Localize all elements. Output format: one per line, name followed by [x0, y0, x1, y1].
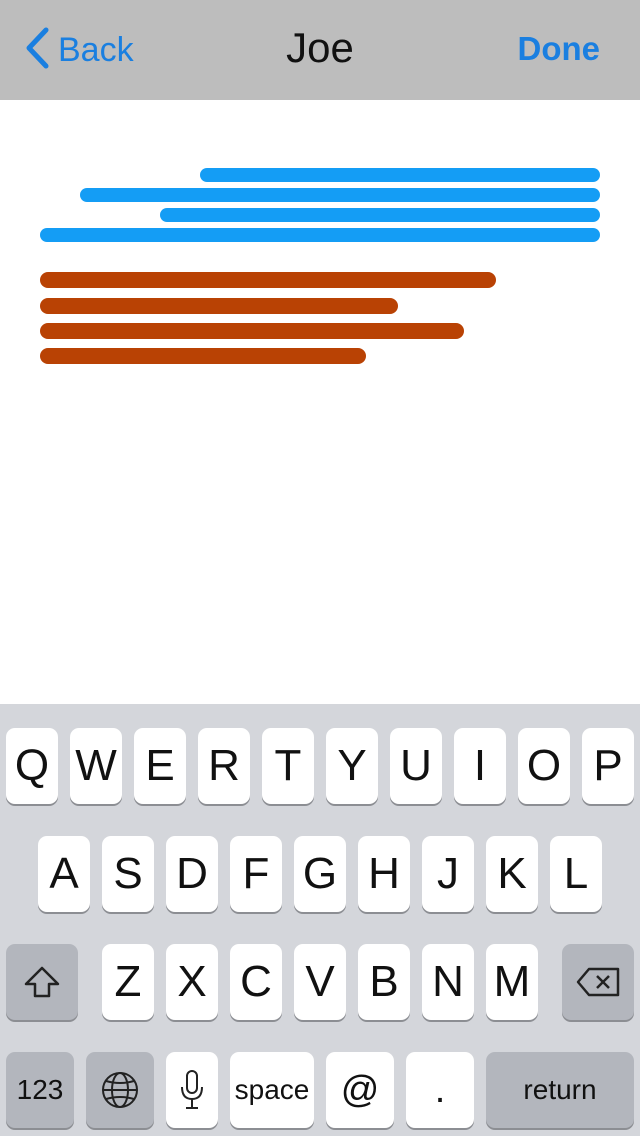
- key-g[interactable]: G: [294, 836, 346, 912]
- blue-message-line: [40, 228, 600, 242]
- key-u[interactable]: U: [390, 728, 442, 804]
- at-key[interactable]: @: [326, 1052, 394, 1128]
- blue-message-line: [160, 208, 600, 222]
- key-l[interactable]: L: [550, 836, 602, 912]
- dot-key[interactable]: .: [406, 1052, 474, 1128]
- key-t[interactable]: T: [262, 728, 314, 804]
- key-p[interactable]: P: [582, 728, 634, 804]
- globe-icon: [100, 1070, 140, 1110]
- key-b[interactable]: B: [358, 944, 410, 1020]
- microphone-icon: [179, 1069, 205, 1111]
- key-r[interactable]: R: [198, 728, 250, 804]
- key-j[interactable]: J: [422, 836, 474, 912]
- shift-key[interactable]: [6, 944, 78, 1020]
- key-x[interactable]: X: [166, 944, 218, 1020]
- orange-message-line: [40, 272, 496, 288]
- key-d[interactable]: D: [166, 836, 218, 912]
- key-i[interactable]: I: [454, 728, 506, 804]
- nav-bar: Back Joe Done: [0, 0, 640, 100]
- key-w[interactable]: W: [70, 728, 122, 804]
- done-button[interactable]: Done: [518, 30, 601, 68]
- key-m[interactable]: M: [486, 944, 538, 1020]
- key-s[interactable]: S: [102, 836, 154, 912]
- key-y[interactable]: Y: [326, 728, 378, 804]
- orange-message-line: [40, 298, 398, 314]
- key-k[interactable]: K: [486, 836, 538, 912]
- key-f[interactable]: F: [230, 836, 282, 912]
- key-c[interactable]: C: [230, 944, 282, 1020]
- key-h[interactable]: H: [358, 836, 410, 912]
- space-key[interactable]: space: [230, 1052, 314, 1128]
- globe-key[interactable]: [86, 1052, 154, 1128]
- orange-message-line: [40, 348, 366, 364]
- key-o[interactable]: O: [518, 728, 570, 804]
- key-e[interactable]: E: [134, 728, 186, 804]
- shift-icon: [23, 965, 61, 999]
- return-key[interactable]: return: [486, 1052, 634, 1128]
- blue-message-line: [200, 168, 600, 182]
- orange-message-line: [40, 323, 464, 339]
- message-area: [0, 100, 640, 704]
- delete-key[interactable]: [562, 944, 634, 1020]
- key-n[interactable]: N: [422, 944, 474, 1020]
- key-a[interactable]: A: [38, 836, 90, 912]
- key-z[interactable]: Z: [102, 944, 154, 1020]
- key-v[interactable]: V: [294, 944, 346, 1020]
- blue-message-line: [80, 188, 600, 202]
- numbers-key[interactable]: 123: [6, 1052, 74, 1128]
- microphone-key[interactable]: [166, 1052, 218, 1128]
- keyboard: Q W E R T Y U I O P A S D F G H J K L Z …: [0, 704, 640, 1136]
- key-q[interactable]: Q: [6, 728, 58, 804]
- delete-icon: [575, 966, 621, 998]
